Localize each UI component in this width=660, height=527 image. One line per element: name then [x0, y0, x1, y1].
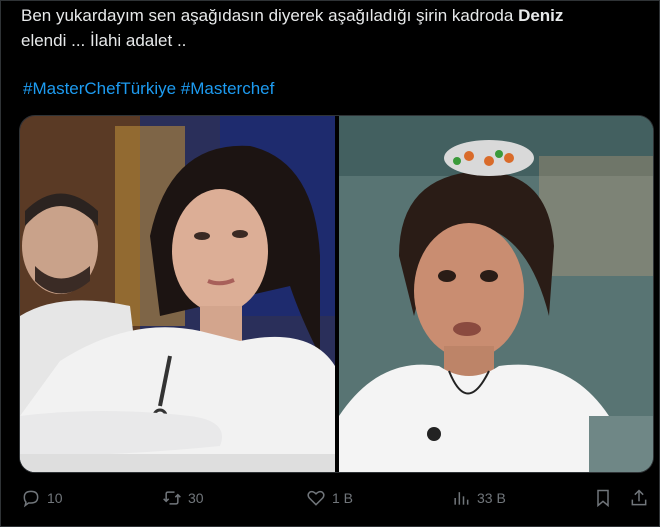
photo-left-illustration [20, 116, 335, 472]
reply-icon [23, 490, 39, 508]
share-button[interactable] [629, 483, 649, 513]
like-count: 1 B [332, 490, 354, 506]
tweet-text-part: Ben yukardayım sen aşağıdasın diyerek aş… [21, 6, 519, 25]
photo-left[interactable] [20, 116, 335, 472]
tweet-card: Ben yukardayım sen aşağıdasın diyerek aş… [0, 0, 660, 527]
tweet-text-bold-name: Deniz [518, 6, 564, 25]
photo-right[interactable] [339, 116, 653, 472]
tweet-text-line2: elendi ... İlahi adalet .. [21, 31, 187, 50]
hashtag-masterchef[interactable]: #Masterchef [181, 79, 275, 98]
photo-right-illustration [339, 116, 653, 472]
media-grid[interactable] [19, 115, 654, 473]
view-count: 33 B [477, 490, 506, 506]
like-button[interactable]: 1 B [306, 483, 353, 513]
hashtag-masterchefturkiye[interactable]: #MasterChefTürkiye [23, 79, 176, 98]
share-icon [631, 489, 647, 506]
bookmark-button[interactable] [593, 483, 613, 513]
reply-button[interactable]: 10 [21, 483, 63, 513]
bookmark-icon [597, 489, 609, 508]
retweet-icon [163, 491, 181, 505]
views-button[interactable]: 33 B [451, 483, 506, 513]
tweet-text: Ben yukardayım sen aşağıdasın diyerek aş… [21, 3, 641, 53]
action-bar: 10 30 1 B 33 B [1, 483, 660, 513]
hashtag-row: #MasterChefTürkiye #Masterchef [23, 78, 274, 100]
retweet-count: 30 [188, 490, 204, 506]
heart-icon [307, 490, 325, 506]
bar-chart-icon [454, 492, 469, 505]
reply-count: 10 [47, 490, 63, 506]
retweet-button[interactable]: 30 [162, 483, 204, 513]
